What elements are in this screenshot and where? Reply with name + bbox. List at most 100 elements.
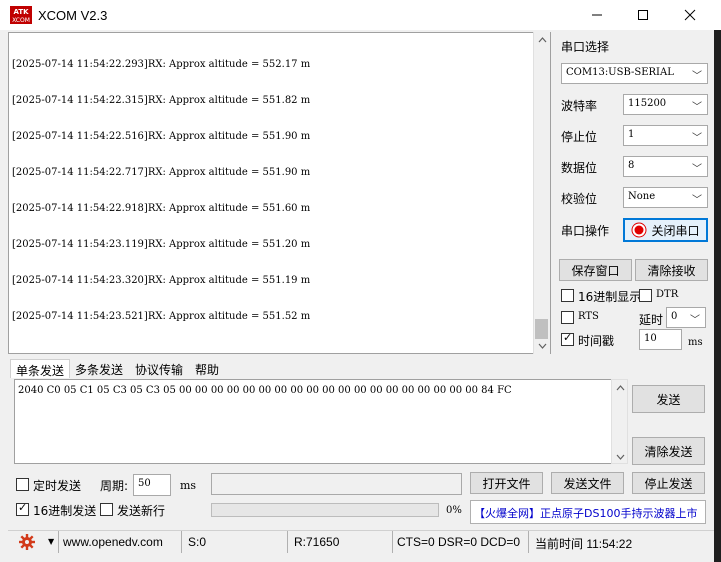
status-divider <box>58 531 59 553</box>
data-bits-select[interactable]: 8 ﹀ <box>623 156 708 177</box>
svg-text:ATK: ATK <box>13 8 29 16</box>
settings-button[interactable] <box>18 533 38 554</box>
receive-line: [2025-07-14 11:54:22.516]RX: Approx alti… <box>12 131 311 142</box>
tab-help[interactable]: 帮助 <box>190 359 224 378</box>
hex-display-checkbox[interactable] <box>561 289 574 302</box>
delay-select[interactable]: 0 ﹀ <box>666 307 706 328</box>
receive-line: [2025-07-14 11:54:22.918]RX: Approx alti… <box>12 203 311 214</box>
save-window-label: 保存窗口 <box>571 263 620 278</box>
receive-line: [2025-07-14 11:54:23.521]RX: Approx alti… <box>12 311 311 322</box>
rts-checkbox[interactable] <box>561 311 574 324</box>
tab-label: 多条发送 <box>75 363 124 377</box>
stop-bits-label: 停止位 <box>561 130 598 144</box>
current-time: 当前时间 11:54:22 <box>535 537 633 551</box>
parity-value: None <box>628 191 656 202</box>
port-select-label: 串口选择 <box>561 40 610 54</box>
receive-textarea[interactable]: [2025-07-14 11:54:22.293]RX: Approx alti… <box>8 32 551 354</box>
receive-line: [2025-07-14 11:54:23.119]RX: Approx alti… <box>12 239 311 250</box>
receive-line: [2025-07-14 11:54:22.315]RX: Approx alti… <box>12 95 311 106</box>
baud-select[interactable]: 115200 ﹀ <box>623 94 708 115</box>
dtr-label: DTR <box>656 289 679 300</box>
chevron-down-icon: ﹀ <box>692 164 702 175</box>
send-scrollbar[interactable] <box>611 379 628 464</box>
timestamp-interval-value: 10 <box>644 333 657 344</box>
open-file-button[interactable]: 打开文件 <box>470 472 543 494</box>
close-port-label: 关闭串口 <box>651 223 700 238</box>
send-progress-bar <box>211 503 439 517</box>
scroll-down-icon <box>538 343 547 349</box>
chevron-down-icon: ﹀ <box>690 315 700 326</box>
chevron-down-icon: ﹀ <box>692 133 702 144</box>
status-divider <box>287 531 288 553</box>
delay-value: 0 <box>671 311 678 322</box>
minimize-button[interactable] <box>574 0 620 30</box>
line-signals: CTS=0 DSR=0 DCD=0 <box>397 535 521 549</box>
port-operation-label: 串口操作 <box>561 224 610 238</box>
receive-lines: [2025-07-14 11:54:22.293]RX: Approx alti… <box>12 60 310 348</box>
send-newline-label: 发送新行 <box>117 504 166 518</box>
caret-down-icon[interactable]: ▼ <box>48 537 54 546</box>
delay-label: 延时 <box>639 313 664 327</box>
clear-send-button[interactable]: 清除发送 <box>632 437 705 465</box>
open-file-label: 打开文件 <box>482 476 531 491</box>
rts-label: RTS <box>578 311 599 322</box>
app-logo: ATK XCOM <box>10 6 32 24</box>
chevron-down-icon: ﹀ <box>692 195 702 206</box>
send-progress-text: 0% <box>446 505 462 516</box>
scroll-up-icon <box>616 385 625 391</box>
save-window-button[interactable]: 保存窗口 <box>559 259 632 281</box>
send-button-label: 发送 <box>656 392 681 407</box>
chevron-down-icon: ﹀ <box>692 71 702 82</box>
data-bits-label: 数据位 <box>561 161 598 175</box>
hex-send-checkbox[interactable] <box>16 501 29 516</box>
clear-receive-button[interactable]: 清除接收 <box>635 259 708 281</box>
stop-bits-select[interactable]: 1 ﹀ <box>623 125 708 146</box>
send-newline-checkbox[interactable] <box>100 503 113 516</box>
clear-receive-label: 清除接收 <box>647 263 696 278</box>
send-file-button[interactable]: 发送文件 <box>551 472 624 494</box>
svg-text:XCOM: XCOM <box>12 17 30 24</box>
parity-select[interactable]: None ﹀ <box>623 187 708 208</box>
close-window-button[interactable] <box>667 0 713 30</box>
tab-single-send[interactable]: 单条发送 <box>10 359 71 378</box>
tab-label: 单条发送 <box>16 364 65 378</box>
tab-multi-send[interactable]: 多条发送 <box>70 359 128 378</box>
clear-send-label: 清除发送 <box>644 444 693 459</box>
minimize-icon <box>592 14 602 16</box>
send-textarea[interactable]: 2040 C0 05 C1 05 C3 05 C3 05 00 00 00 00… <box>14 379 612 464</box>
status-divider <box>528 531 529 553</box>
promo-link[interactable]: 【火爆全网】正点原子DS100手持示波器上市 <box>470 500 706 524</box>
timestamp-checkbox[interactable] <box>561 331 574 346</box>
timestamp-unit: ms <box>688 337 703 348</box>
tab-protocol[interactable]: 协议传输 <box>130 359 188 378</box>
scroll-up-icon <box>538 37 547 43</box>
receive-line: [2025-07-14 11:54:23.320]RX: Approx alti… <box>12 275 311 286</box>
chevron-down-icon: ﹀ <box>692 102 702 113</box>
tab-label: 帮助 <box>195 363 220 377</box>
website-link[interactable]: www.openedv.com <box>63 535 163 549</box>
receive-scrollbar[interactable] <box>533 32 550 354</box>
timed-send-checkbox[interactable] <box>16 478 29 491</box>
dtr-checkbox[interactable] <box>639 289 652 302</box>
receive-scroll-thumb[interactable] <box>535 319 548 339</box>
stop-send-button[interactable]: 停止发送 <box>632 472 705 494</box>
baud-label: 波特率 <box>561 99 598 113</box>
data-bits-value: 8 <box>628 160 635 171</box>
timestamp-interval-input[interactable]: 10 <box>639 329 682 350</box>
stop-bits-value: 1 <box>628 129 635 140</box>
received-count: R:71650 <box>294 535 340 549</box>
send-button[interactable]: 发送 <box>632 385 705 413</box>
port-select-value: COM13:USB-SERIAL <box>566 67 674 78</box>
file-path-input[interactable] <box>211 473 462 495</box>
background-window-edge <box>714 30 721 562</box>
period-label: 周期: <box>100 479 129 493</box>
close-port-button[interactable]: 关闭串口 <box>623 218 708 242</box>
maximize-button[interactable] <box>620 0 666 30</box>
port-select[interactable]: COM13:USB-SERIAL ﹀ <box>561 63 708 84</box>
tab-label: 协议传输 <box>135 363 184 377</box>
period-input[interactable]: 50 <box>133 474 171 496</box>
period-unit: ms <box>180 479 197 492</box>
receive-line: [2025-07-14 11:54:22.717]RX: Approx alti… <box>12 167 311 178</box>
gear-icon <box>19 534 35 550</box>
close-icon <box>684 9 696 21</box>
